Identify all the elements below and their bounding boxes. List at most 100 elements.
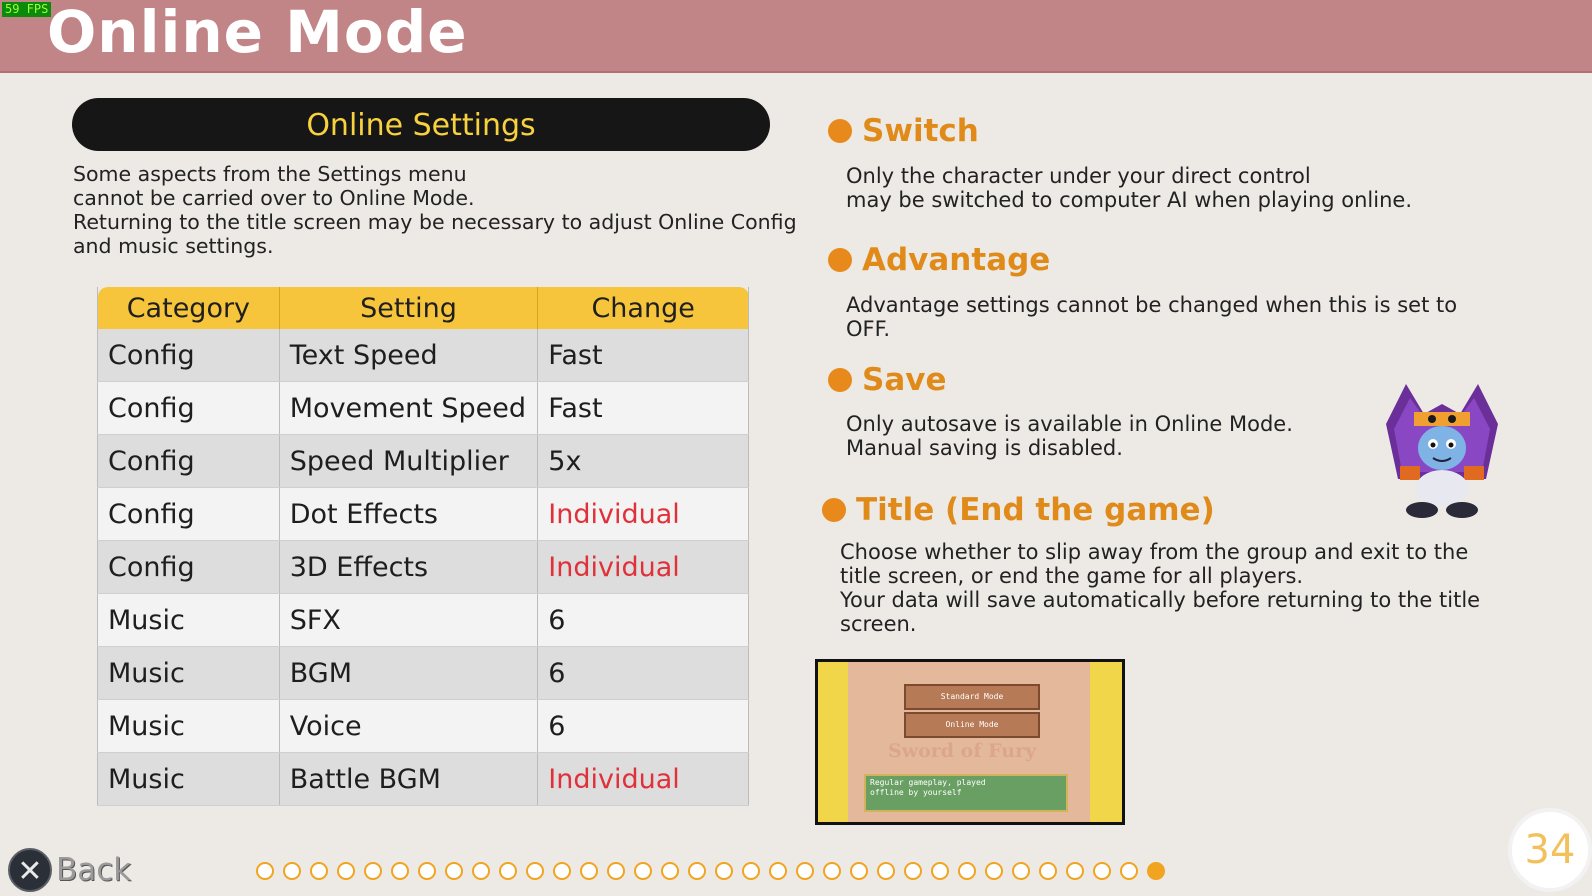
page-dot[interactable]	[607, 862, 625, 880]
bat-character-sprite	[1386, 384, 1498, 518]
column-header-category: Category	[97, 287, 280, 329]
mode-select-screenshot: Sword of Fury Standard Mode Online Mode …	[815, 659, 1125, 825]
table-row: Music Voice 6	[97, 699, 749, 753]
cell-change: 6	[537, 646, 749, 700]
page-dot[interactable]	[391, 862, 409, 880]
section-save-title: Save	[828, 362, 946, 398]
table-header-row: Category Setting Change	[97, 287, 749, 329]
cell-change: 6	[537, 593, 749, 647]
page-dot[interactable]	[661, 862, 679, 880]
page-dot[interactable]	[418, 862, 436, 880]
cell-setting: BGM	[279, 646, 539, 700]
page-dot[interactable]	[715, 862, 733, 880]
cell-change: 6	[537, 699, 749, 753]
cell-change: 5x	[537, 434, 749, 488]
page-dot[interactable]	[931, 862, 949, 880]
cell-setting: Text Speed	[279, 329, 539, 382]
page-dot[interactable]	[364, 862, 382, 880]
page-dot[interactable]	[877, 862, 895, 880]
back-button[interactable]: ✕ Back	[8, 848, 131, 892]
page-dot[interactable]	[337, 862, 355, 880]
section-title-text: Switch	[862, 113, 979, 149]
cell-setting: 3D Effects	[279, 540, 539, 594]
bullet-icon	[828, 119, 852, 143]
cell-setting: Voice	[279, 699, 539, 753]
intro-line: Some aspects from the Settings menu	[73, 162, 467, 186]
section-line: title screen, or end the game for all pl…	[840, 564, 1304, 588]
page-dot[interactable]	[445, 862, 463, 880]
page-dot[interactable]	[1120, 862, 1138, 880]
column-header-setting: Setting	[279, 287, 539, 329]
page-dot[interactable]	[580, 862, 598, 880]
section-line: Choose whether to slip away from the gro…	[840, 540, 1469, 564]
section-line: screen.	[840, 612, 917, 636]
bullet-icon	[822, 498, 846, 522]
screenshot-message: Regular gameplay, played offline by your…	[864, 774, 1068, 812]
intro-line: cannot be carried over to Online Mode.	[73, 186, 475, 210]
section-title-text: Save	[862, 362, 947, 398]
header-bar: 59 FPS Online Mode	[0, 0, 1592, 73]
cell-setting: Speed Multiplier	[279, 434, 539, 488]
page-dot[interactable]	[985, 862, 1003, 880]
cell-setting: SFX	[279, 593, 539, 647]
page-dot[interactable]	[688, 862, 706, 880]
section-advantage-title: Advantage	[828, 242, 1050, 278]
page-dot[interactable]	[850, 862, 868, 880]
page-title: Online Mode	[47, 0, 468, 66]
page-dot[interactable]	[958, 862, 976, 880]
table-row: Config Speed Multiplier 5x	[97, 434, 749, 488]
online-settings-heading: Online Settings	[72, 98, 770, 151]
page-dot[interactable]	[1093, 862, 1111, 880]
intro-line: Returning to the title screen may be nec…	[73, 210, 797, 234]
screenshot-option-standard: Standard Mode	[904, 684, 1040, 710]
cell-change: Fast	[537, 381, 749, 435]
page-dot[interactable]	[499, 862, 517, 880]
page-dot[interactable]	[1039, 862, 1057, 880]
cell-change: Individual	[537, 752, 749, 806]
table-row: Config 3D Effects Individual	[97, 540, 749, 594]
table-row: Config Text Speed Fast	[97, 329, 749, 382]
page-number-badge: 34	[1508, 808, 1592, 892]
page-dot[interactable]	[526, 862, 544, 880]
page-dot[interactable]	[904, 862, 922, 880]
page-dot[interactable]	[1012, 862, 1030, 880]
page-dot[interactable]	[769, 862, 787, 880]
cell-category: Music	[97, 752, 280, 806]
settings-table: Category Setting Change Config Text Speed…	[97, 287, 749, 806]
page-dot[interactable]	[472, 862, 490, 880]
page-dot[interactable]	[796, 862, 814, 880]
section-line: Only the character under your direct con…	[846, 164, 1311, 188]
section-advantage-body: Advantage settings cannot be changed whe…	[846, 293, 1457, 341]
page-dot[interactable]	[283, 862, 301, 880]
intro-line: and music settings.	[73, 234, 274, 258]
screenshot-logo: Sword of Fury	[888, 740, 1037, 762]
section-save-body: Only autosave is available in Online Mod…	[846, 412, 1293, 460]
page-dot[interactable]	[742, 862, 760, 880]
cell-category: Config	[97, 540, 280, 594]
section-line: Manual saving is disabled.	[846, 436, 1123, 460]
screenshot-message-line: offline by yourself	[870, 788, 962, 797]
page-dot[interactable]	[310, 862, 328, 880]
page-indicator	[256, 862, 1165, 880]
cell-change: Fast	[537, 329, 749, 382]
cell-category: Music	[97, 699, 280, 753]
section-title-end-title: Title (End the game)	[822, 492, 1215, 528]
table-row: Music Battle BGM Individual	[97, 752, 749, 806]
page-dot[interactable]	[634, 862, 652, 880]
cell-category: Music	[97, 646, 280, 700]
screenshot-message-line: Regular gameplay, played	[870, 778, 986, 787]
back-label: Back	[56, 852, 132, 888]
page-dot[interactable]	[553, 862, 571, 880]
screenshot-background: Sword of Fury Standard Mode Online Mode …	[848, 662, 1090, 822]
table-row: Config Movement Speed Fast	[97, 381, 749, 435]
page-dot[interactable]	[823, 862, 841, 880]
cell-category: Config	[97, 381, 280, 435]
cell-category: Config	[97, 434, 280, 488]
section-line: Only autosave is available in Online Mod…	[846, 412, 1293, 436]
bullet-icon	[828, 368, 852, 392]
section-title-text: Title (End the game)	[856, 492, 1215, 528]
page-dot[interactable]	[1066, 862, 1084, 880]
page-dot[interactable]	[256, 862, 274, 880]
page-dot-active[interactable]	[1147, 862, 1165, 880]
section-switch-title: Switch	[828, 113, 979, 149]
